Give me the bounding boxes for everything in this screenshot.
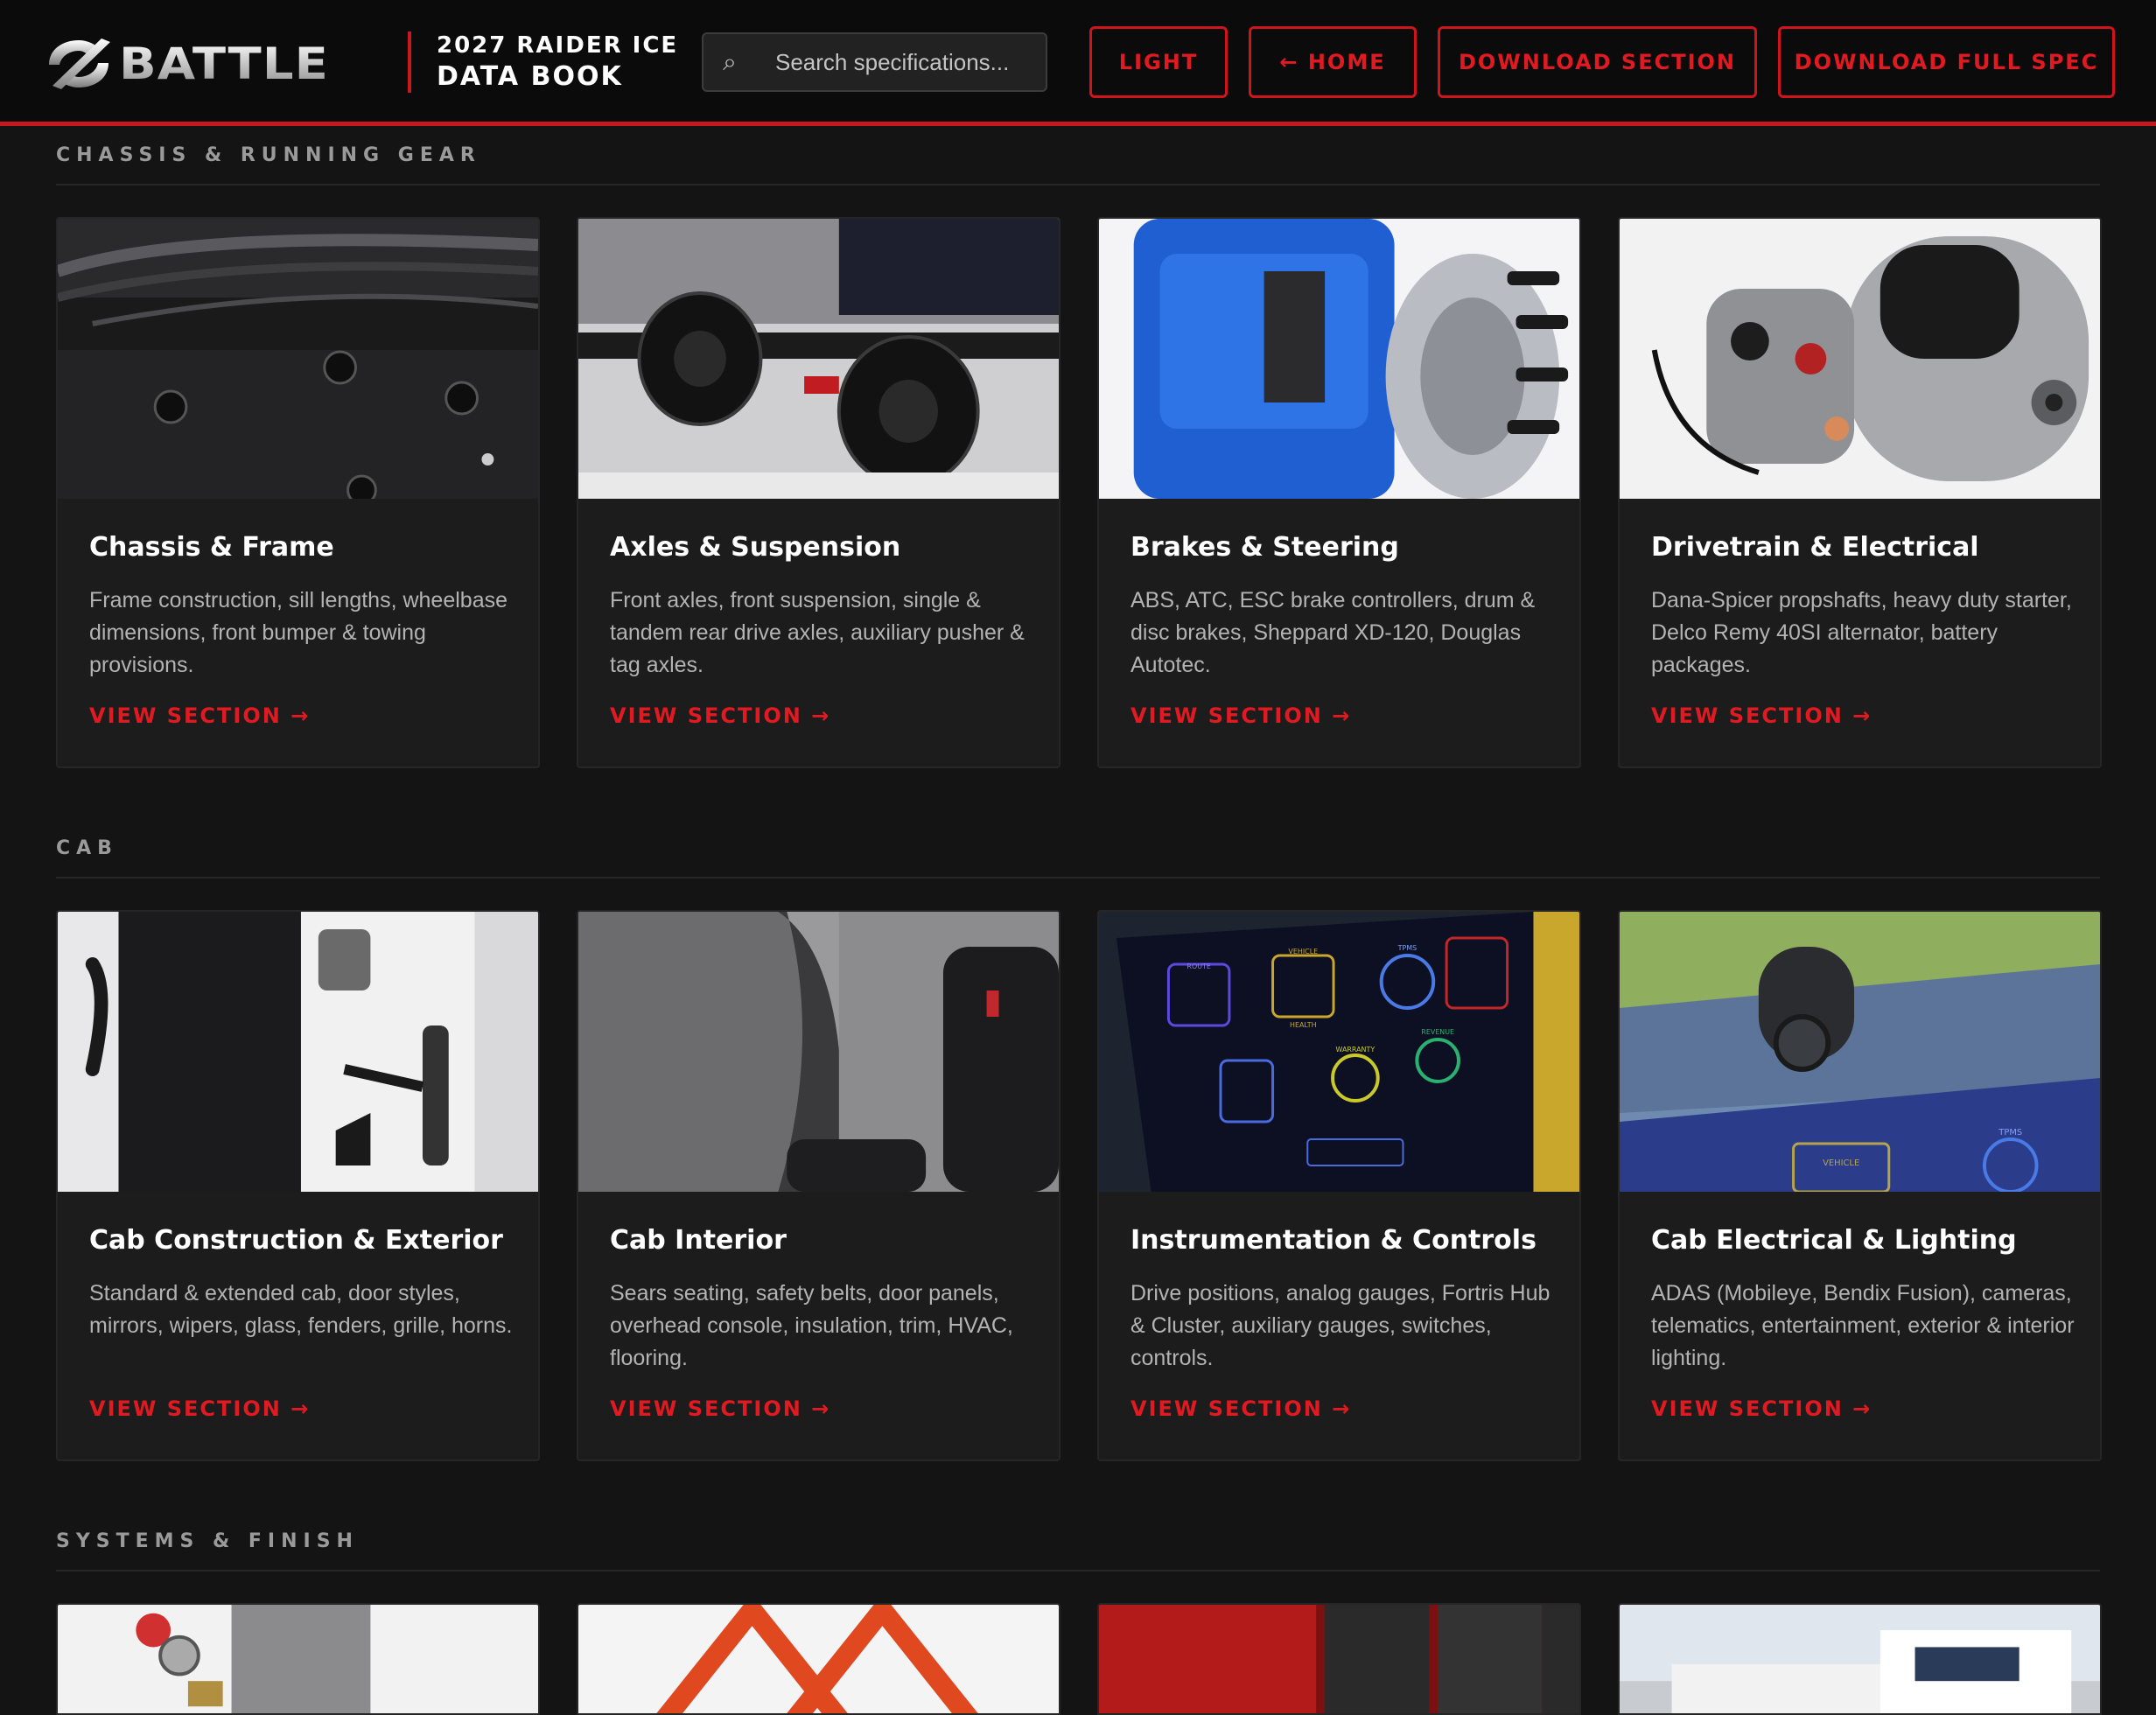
card-image [58,912,538,1192]
section-heading-cab: CAB [56,837,2100,878]
view-section-link[interactable]: VIEW SECTION → [1651,1396,1872,1421]
card-systems-2[interactable] [577,1603,1060,1715]
book-title-line2: DATA BOOK [437,61,623,92]
card-image [1620,219,2100,499]
card-image: ROUTE VEHICLE HEALTH TPMS WARRANTY REVEN… [1099,912,1579,1192]
card-instrumentation-controls[interactable]: ROUTE VEHICLE HEALTH TPMS WARRANTY REVEN… [1097,910,1581,1461]
card-cab-electrical-lighting[interactable]: VEHICLE TPMS Cab Electrical & Lighting A… [1618,910,2102,1461]
header-divider [408,32,411,93]
card-title: Cab Construction & Exterior [89,1225,503,1256]
card-title: Instrumentation & Controls [1130,1225,1536,1256]
card-title: Cab Electrical & Lighting [1651,1225,2017,1256]
card-image [578,219,1059,499]
section-heading-chassis: CHASSIS & RUNNING GEAR [56,144,2100,186]
screen-label-vehicle: VEHICLE [1823,1158,1859,1168]
card-image: VEHICLE TPMS [1620,912,2100,1192]
card-drivetrain-electrical[interactable]: Drivetrain & Electrical Dana-Spicer prop… [1618,217,2102,768]
screen-label-revenue: REVENUE [1421,1028,1454,1036]
screen-label-health: HEALTH [1290,1021,1317,1029]
search-box[interactable]: ⌕ [702,32,1047,92]
battle-logo-mark-icon [49,38,110,89]
chassis-frame-photo [58,219,538,499]
card-title: Chassis & Frame [89,532,334,563]
top-header: BATTLE 2027 RAIDER ICE DATA BOOK ⌕ LIGHT… [0,0,2156,126]
download-section-button[interactable]: DOWNLOAD SECTION [1438,26,1757,98]
card-description: Front axles, front suspension, single & … [610,588,1025,677]
systems-photo-4 [1620,1605,2100,1713]
view-section-link[interactable]: VIEW SECTION → [1130,704,1351,728]
card-description: ABS, ATC, ESC brake controllers, drum & … [1130,588,1536,677]
view-section-link[interactable]: VIEW SECTION → [89,704,310,728]
battle-logo[interactable]: BATTLE [44,37,382,91]
view-section-link[interactable]: VIEW SECTION → [1130,1396,1351,1421]
search-icon: ⌕ [723,47,737,76]
card-title: Drivetrain & Electrical [1651,532,1979,563]
systems-photo-3 [1099,1605,1579,1713]
search-input[interactable] [756,48,1036,76]
section-heading-systems-finish: SYSTEMS & FINISH [56,1530,2100,1572]
cab-interior-photo [578,912,1059,1192]
card-image [58,219,538,499]
card-description: ADAS (Mobileye, Bendix Fusion), cameras,… [1651,1281,2075,1370]
view-section-link[interactable]: VIEW SECTION → [89,1396,310,1421]
screen-label-vehicle: VEHICLE [1288,948,1318,956]
card-cab-construction-exterior[interactable]: Cab Construction & Exterior Standard & e… [56,910,540,1461]
axles-suspension-photo [578,219,1059,499]
card-description: Drive positions, analog gauges, Fortris … [1130,1281,1550,1370]
card-chassis-frame[interactable]: Chassis & Frame Frame construction, sill… [56,217,540,768]
card-image [1099,219,1579,499]
card-systems-4[interactable] [1618,1603,2102,1715]
card-description: Frame construction, sill lengths, wheelb… [89,588,508,677]
instrumentation-screen-photo: ROUTE VEHICLE HEALTH TPMS WARRANTY REVEN… [1099,912,1579,1192]
screen-label-warranty: WARRANTY [1336,1046,1376,1054]
light-mode-button[interactable]: LIGHT [1089,26,1228,98]
view-section-link[interactable]: VIEW SECTION → [610,704,830,728]
card-title: Axles & Suspension [610,532,901,563]
download-full-spec-button[interactable]: DOWNLOAD FULL SPEC [1778,26,2115,98]
cab-electrical-photo: VEHICLE TPMS [1620,912,2100,1192]
data-book-title: 2027 RAIDER ICE DATA BOOK [437,30,678,93]
brand-wordmark: BATTLE [119,38,330,89]
card-title: Brakes & Steering [1130,532,1399,563]
card-systems-1[interactable] [56,1603,540,1715]
view-section-link[interactable]: VIEW SECTION → [610,1396,830,1421]
card-description: Sears seating, safety belts, door panels… [610,1281,1013,1370]
home-button[interactable]: ← HOME [1249,26,1417,98]
view-section-link[interactable]: VIEW SECTION → [1651,704,1872,728]
systems-photo-1 [58,1605,538,1713]
card-cab-interior[interactable]: Cab Interior Sears seating, safety belts… [577,910,1060,1461]
card-systems-3[interactable] [1097,1603,1581,1715]
cab-construction-photo [58,912,538,1192]
card-title: Cab Interior [610,1225,787,1256]
card-description: Dana-Spicer propshafts, heavy duty start… [1651,588,2072,677]
card-axles-suspension[interactable]: Axles & Suspension Front axles, front su… [577,217,1060,768]
brakes-steering-photo [1099,219,1579,499]
screen-label-tpms: TPMS [1397,944,1418,952]
card-brakes-steering[interactable]: Brakes & Steering ABS, ATC, ESC brake co… [1097,217,1581,768]
screen-label-tpms: TPMS [1998,1128,2022,1138]
card-description: Standard & extended cab, door styles, mi… [89,1281,513,1338]
drivetrain-electrical-photo [1620,219,2100,499]
systems-photo-2 [578,1605,1059,1713]
card-image [578,912,1059,1192]
screen-label-route: ROUTE [1186,962,1210,970]
book-title-line1: 2027 RAIDER ICE [437,32,679,59]
